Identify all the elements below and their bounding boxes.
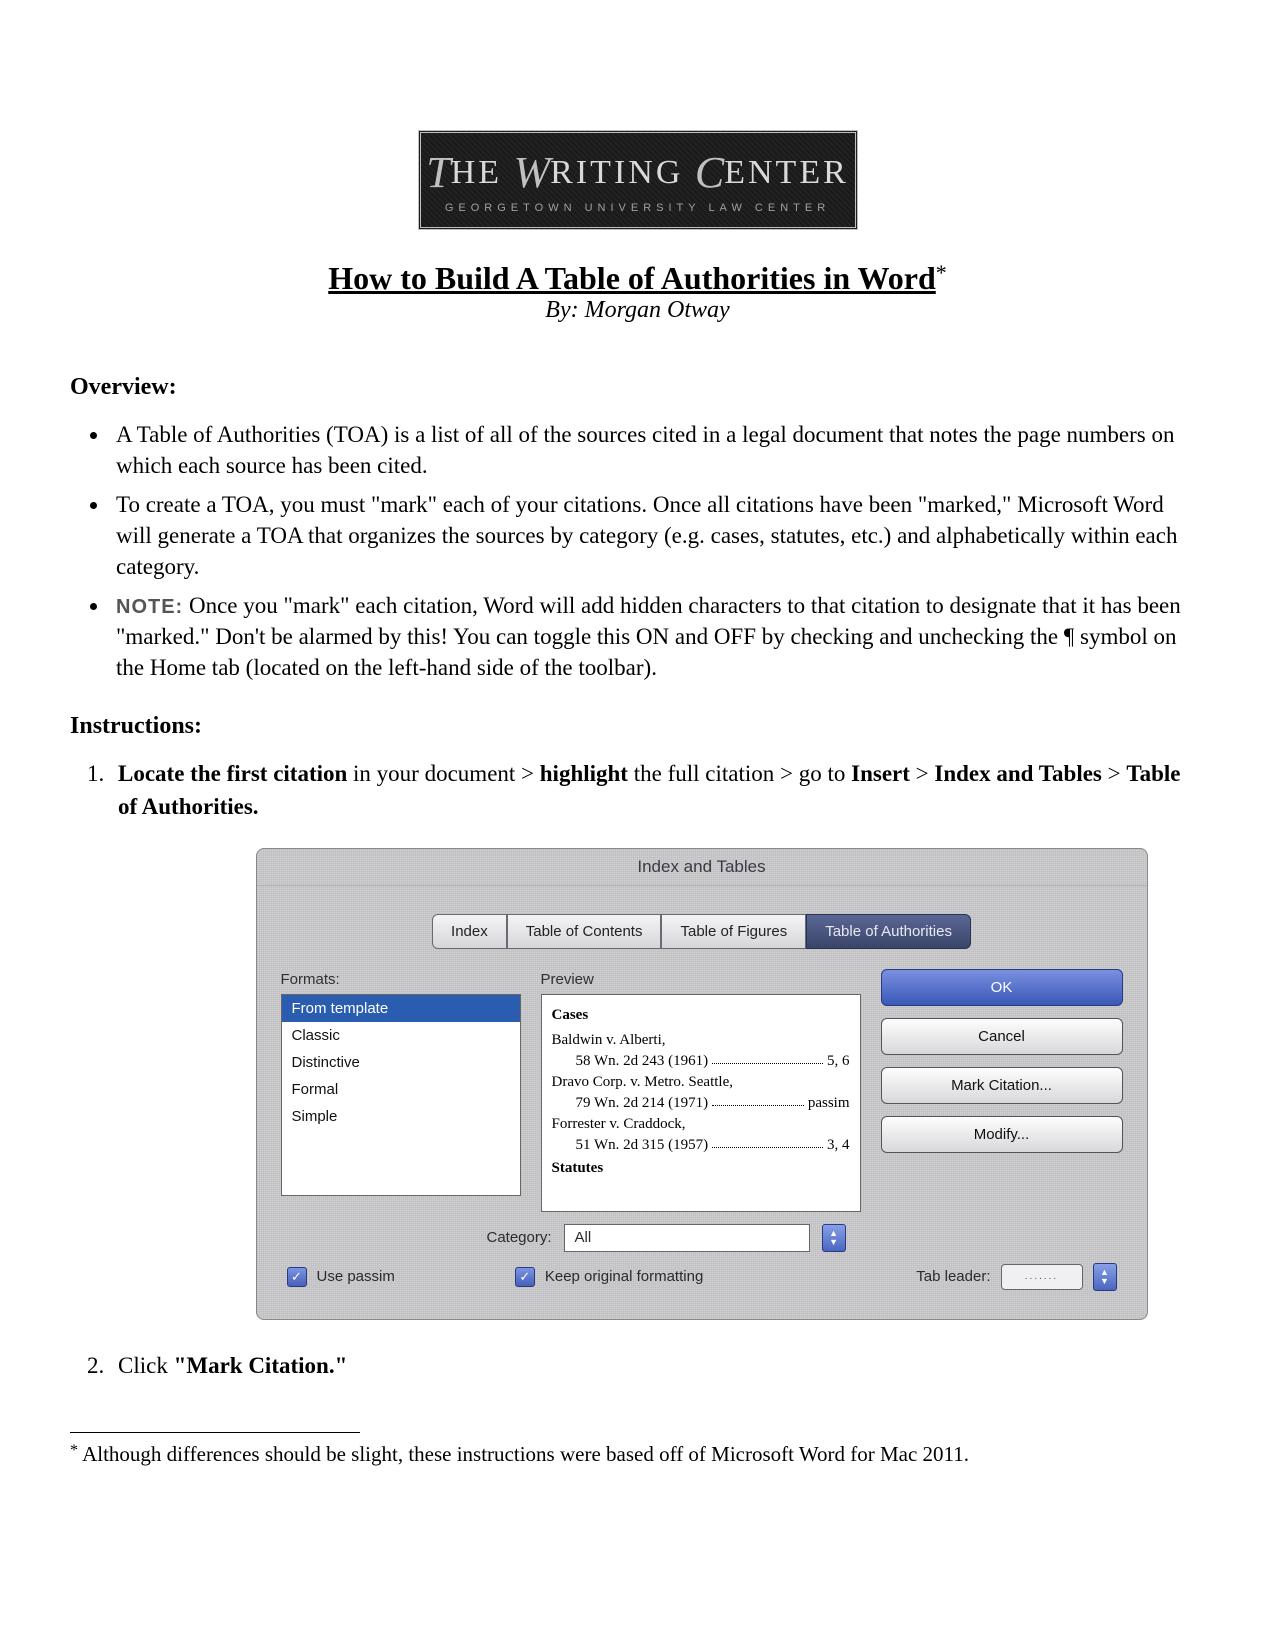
preview-pane: Cases Baldwin v. Alberti, 58 Wn. 2d 243 … xyxy=(541,994,861,1212)
formats-label: Formats: xyxy=(281,969,521,990)
category-stepper[interactable]: ▲▼ xyxy=(822,1224,846,1252)
footnote-rule xyxy=(70,1432,360,1433)
preview-label: Preview xyxy=(541,969,861,990)
preview-case-2: Dravo Corp. v. Metro. Seattle, xyxy=(552,1072,850,1093)
note-label: NOTE: xyxy=(116,596,183,618)
page-title: How to Build A Table of Authorities in W… xyxy=(70,260,1205,297)
instructions-heading: Instructions: xyxy=(70,713,1205,740)
footnote-text: Although differences should be slight, t… xyxy=(78,1442,969,1466)
mark-citation-button[interactable]: Mark Citation... xyxy=(881,1067,1123,1104)
modify-button[interactable]: Modify... xyxy=(881,1116,1123,1153)
preview-case-1: Baldwin v. Alberti, xyxy=(552,1030,850,1051)
overview-item: NOTE: Once you "mark" each citation, Wor… xyxy=(110,590,1205,683)
preview-heading-cases: Cases xyxy=(552,1005,850,1026)
tab-index[interactable]: Index xyxy=(432,914,507,949)
dialog-title: Index and Tables xyxy=(257,849,1147,886)
category-select[interactable]: All xyxy=(564,1224,810,1252)
instruction-step-2: Click "Mark Citation." xyxy=(110,1350,1205,1382)
preview-case-1-cite: 58 Wn. 2d 243 (1961)5, 6 xyxy=(552,1051,850,1072)
overview-item: To create a TOA, you must "mark" each of… xyxy=(110,489,1205,582)
preview-case-3: Forrester v. Craddock, xyxy=(552,1114,850,1135)
use-passim-checkbox[interactable]: ✓ xyxy=(287,1267,307,1287)
overview-item: A Table of Authorities (TOA) is a list o… xyxy=(110,419,1205,481)
tab-table-of-contents[interactable]: Table of Contents xyxy=(507,914,662,949)
dialog-tabs: Index Table of Contents Table of Figures… xyxy=(257,914,1147,949)
keep-formatting-label: Keep original formatting xyxy=(545,1266,703,1287)
ok-button[interactable]: OK xyxy=(881,969,1123,1006)
formats-listbox[interactable]: From template Classic Distinctive Formal… xyxy=(281,994,521,1196)
tab-table-of-figures[interactable]: Table of Figures xyxy=(661,914,806,949)
use-passim-label: Use passim xyxy=(317,1266,395,1287)
cancel-button[interactable]: Cancel xyxy=(881,1018,1123,1055)
byline: By: Morgan Otway xyxy=(70,297,1205,324)
footnote: * Although differences should be slight,… xyxy=(70,1441,1205,1468)
title-footnote-marker: * xyxy=(936,260,947,285)
format-option-simple[interactable]: Simple xyxy=(282,1103,520,1130)
preview-heading-statutes: Statutes xyxy=(552,1158,850,1179)
instructions-list: Locate the first citation in your docume… xyxy=(110,758,1205,1382)
header-logo: THE WRITING CENTER GEORGETOWN UNIVERSITY… xyxy=(70,130,1205,230)
format-option-formal[interactable]: Formal xyxy=(282,1076,520,1103)
format-option-from-template[interactable]: From template xyxy=(282,995,520,1022)
preview-case-3-cite: 51 Wn. 2d 315 (1957)3, 4 xyxy=(552,1135,850,1156)
logo-sub-text: GEORGETOWN UNIVERSITY LAW CENTER xyxy=(445,202,830,214)
tab-leader-stepper[interactable]: ▲▼ xyxy=(1093,1263,1117,1291)
tab-table-of-authorities[interactable]: Table of Authorities xyxy=(806,914,971,949)
preview-case-2-cite: 79 Wn. 2d 214 (1971)passim xyxy=(552,1093,850,1114)
keep-formatting-checkbox[interactable]: ✓ xyxy=(515,1267,535,1287)
overview-heading: Overview: xyxy=(70,374,1205,401)
tab-leader-label: Tab leader: xyxy=(916,1266,990,1287)
category-value: All xyxy=(575,1227,592,1248)
title-text: How to Build A Table of Authorities in W… xyxy=(328,260,936,296)
chevron-down-icon: ▼ xyxy=(1100,1277,1109,1286)
tab-leader-select[interactable]: ....... xyxy=(1001,1264,1083,1290)
instruction-step-1: Locate the first citation in your docume… xyxy=(110,758,1205,1319)
chevron-down-icon: ▼ xyxy=(829,1238,838,1247)
logo-main-text: THE WRITING CENTER xyxy=(426,147,849,198)
format-option-classic[interactable]: Classic xyxy=(282,1022,520,1049)
category-label: Category: xyxy=(487,1227,552,1248)
overview-list: A Table of Authorities (TOA) is a list o… xyxy=(110,419,1205,683)
format-option-distinctive[interactable]: Distinctive xyxy=(282,1049,520,1076)
index-and-tables-dialog: Index and Tables Index Table of Contents… xyxy=(256,848,1148,1320)
footnote-marker: * xyxy=(70,1442,78,1459)
